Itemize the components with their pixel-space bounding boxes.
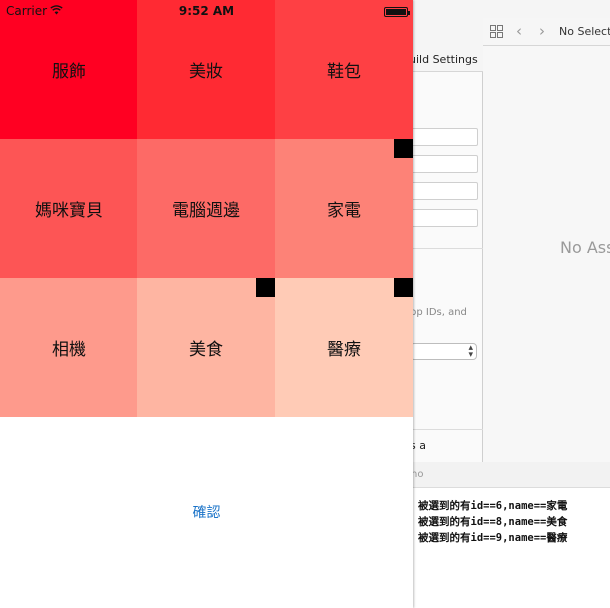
settings-hint-text: pp IDs, and <box>410 307 467 318</box>
category-label: 電腦週邊 <box>172 201 240 221</box>
divider <box>405 248 483 249</box>
console-line: 被選到的有id==9,name==醫療 <box>418 532 568 544</box>
category-label: 鞋包 <box>327 62 361 82</box>
category-label: 服飾 <box>52 62 86 82</box>
settings-field-2[interactable] <box>410 155 478 173</box>
screen: uild Settings pp IDs, and ▴ ▾ s a ‹ › No … <box>0 0 610 608</box>
console-line: 被選到的有id==6,name==家電 <box>418 500 568 512</box>
category-cell[interactable]: 家電 <box>275 139 413 278</box>
forward-arrow-icon[interactable]: › <box>539 22 545 40</box>
settings-field-1[interactable] <box>410 128 478 146</box>
confirm-area: 確認 <box>0 416 413 608</box>
selected-marker <box>394 278 413 297</box>
select-chevron-icon: ▴ ▾ <box>468 343 473 360</box>
battery-icon <box>384 7 410 17</box>
category-cell[interactable]: 電腦週邊 <box>137 139 275 278</box>
category-cell[interactable]: 醫療 <box>275 278 413 417</box>
settings-field-4[interactable] <box>410 209 478 227</box>
category-cell[interactable]: 相機 <box>0 278 138 417</box>
console-header: no <box>405 462 610 488</box>
build-settings-tab-label: uild Settings <box>409 53 478 66</box>
divider <box>405 429 483 430</box>
clock: 9:52 AM <box>178 4 235 18</box>
category-label: 相機 <box>52 340 86 360</box>
category-label: 醫療 <box>327 340 361 360</box>
status-bar: Carrier 9:52 AM <box>0 0 413 22</box>
grid-icon[interactable] <box>490 25 503 38</box>
category-label: 美食 <box>189 340 223 360</box>
settings-field-3[interactable] <box>410 182 478 200</box>
category-cell[interactable]: 媽咪寶貝 <box>0 139 138 278</box>
selected-marker <box>256 278 275 297</box>
category-grid: 服飾 美妝 鞋包 媽咪寶貝 電腦週邊 家電 相機 美食 醫療 <box>0 0 413 417</box>
settings-select[interactable]: ▴ ▾ <box>410 343 477 360</box>
back-arrow-icon[interactable]: ‹ <box>516 22 522 40</box>
category-label: 美妝 <box>189 62 223 82</box>
category-label: 媽咪寶貝 <box>35 201 103 221</box>
selected-marker <box>394 139 413 158</box>
simulator-screen: 服飾 美妝 鞋包 媽咪寶貝 電腦週邊 家電 相機 美食 醫療 Carrier 9… <box>0 0 413 608</box>
console-line: 被選到的有id==8,name==美食 <box>418 516 568 528</box>
category-label: 家電 <box>327 201 361 221</box>
confirm-button[interactable]: 確認 <box>193 502 221 522</box>
no-selection-title: No Select <box>559 25 610 38</box>
no-asset-placeholder: No Ass <box>560 238 610 257</box>
category-cell[interactable]: 美食 <box>137 278 275 417</box>
